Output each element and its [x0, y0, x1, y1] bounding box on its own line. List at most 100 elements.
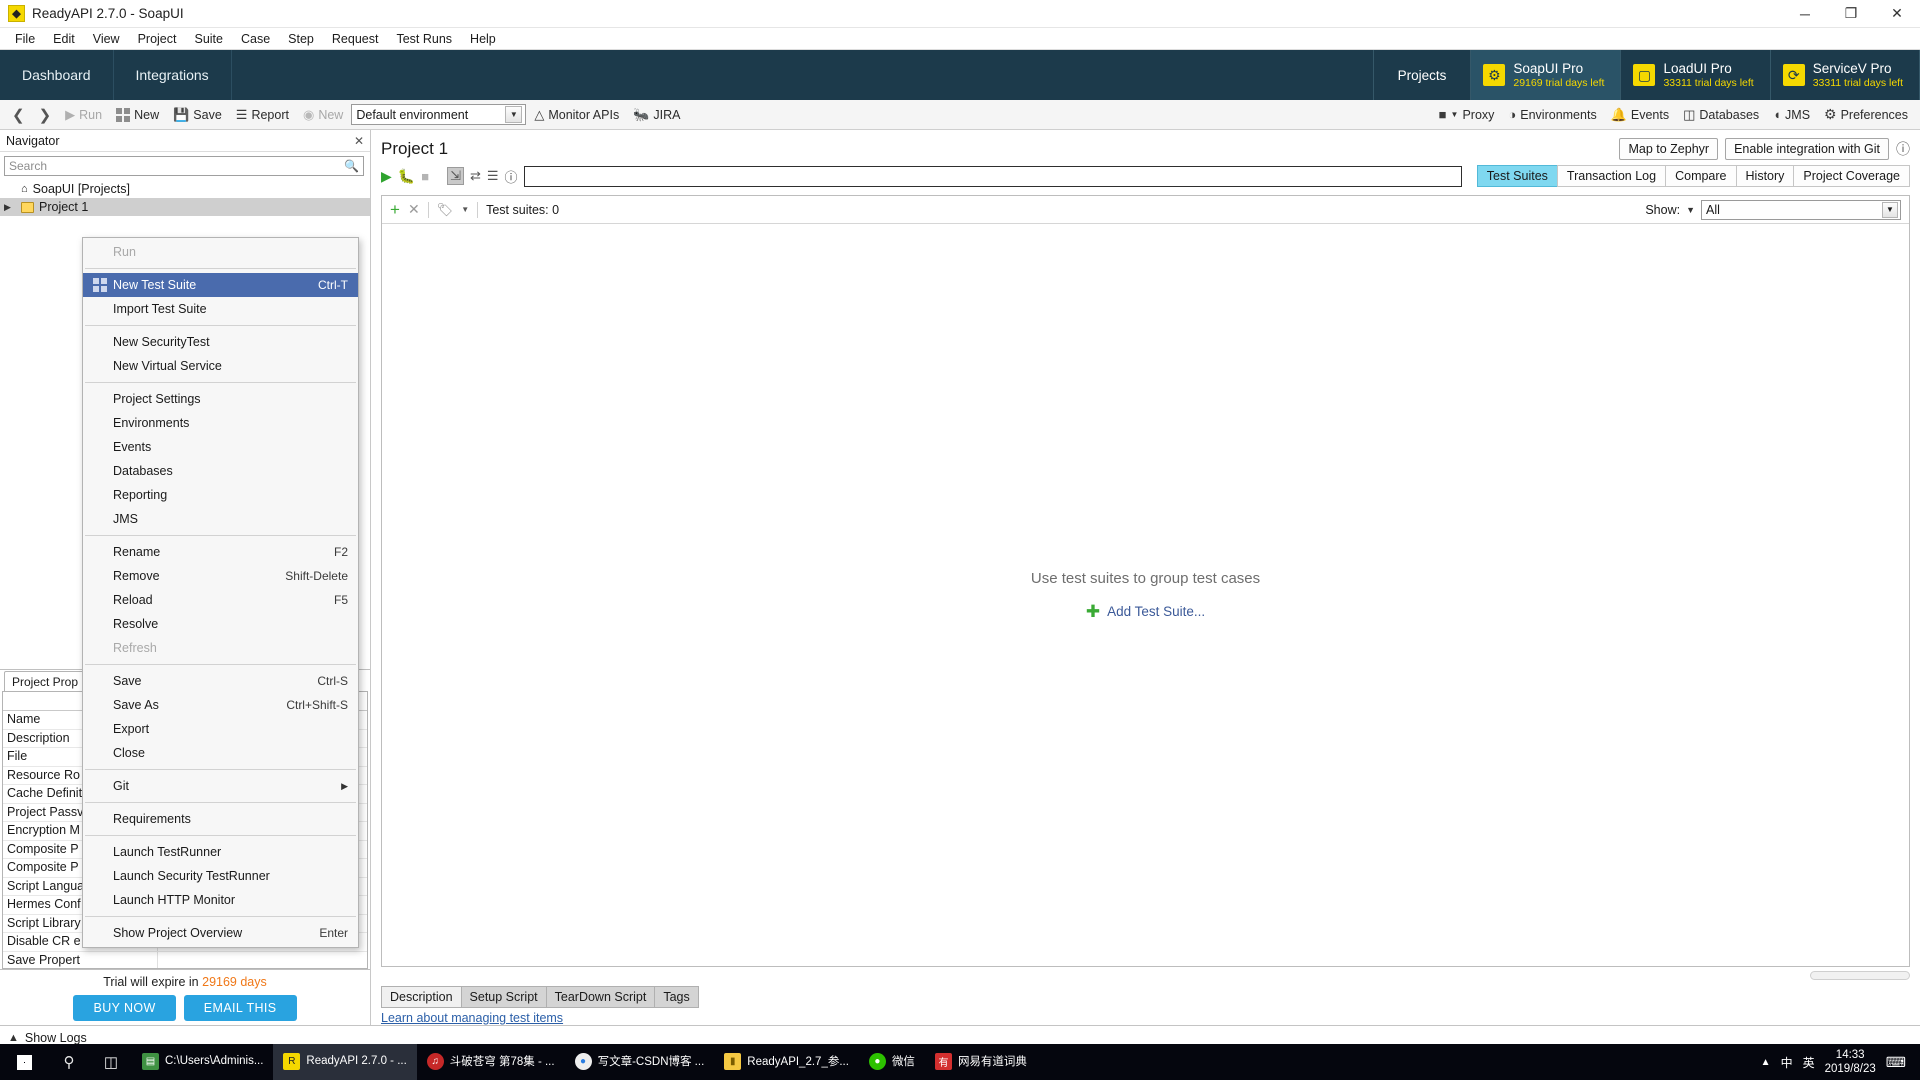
monitor-apis-button[interactable]: △ Monitor APIs — [528, 105, 625, 125]
property-value[interactable] — [158, 952, 367, 970]
databases-button[interactable]: ◫ Databases — [1677, 105, 1765, 125]
bug-icon[interactable]: 🐛 — [398, 168, 415, 185]
menu-suite[interactable]: Suite — [185, 30, 232, 48]
taskbar-app-readyapi-doc[interactable]: ▮ ReadyAPI_2.7_参... — [714, 1044, 859, 1080]
menu-edit[interactable]: Edit — [44, 30, 84, 48]
table-row[interactable]: Save Propert — [3, 952, 367, 970]
context-menu-item-export[interactable]: Export — [83, 717, 358, 741]
menu-project[interactable]: Project — [129, 30, 186, 48]
menu-help[interactable]: Help — [461, 30, 505, 48]
taskbar-app-explorer[interactable]: ▤ C:\Users\Adminis... — [132, 1044, 273, 1080]
learn-managing-test-items-link[interactable]: Learn about managing test items — [371, 1008, 1920, 1025]
new-button[interactable]: New — [110, 106, 165, 124]
chevron-up-icon[interactable]: ▲ — [8, 1032, 19, 1044]
context-menu-item-close[interactable]: Close — [83, 741, 358, 765]
tab-teardown-script[interactable]: TearDown Script — [546, 986, 656, 1008]
context-menu-item-save[interactable]: Save Ctrl-S — [83, 669, 358, 693]
product-tab-loadui-pro[interactable]: ▢ LoadUI Pro 33311 trial days left — [1621, 50, 1770, 100]
add-test-suite-icon[interactable]: + — [390, 200, 400, 220]
context-menu-item-databases[interactable]: Databases — [83, 459, 358, 483]
notification-icon[interactable]: ⌨ — [1886, 1054, 1906, 1071]
search-input[interactable]: Search 🔍 — [4, 156, 364, 176]
taskbar-app-chrome[interactable]: ● 写文章-CSDN博客 ... — [565, 1044, 715, 1080]
minimize-button[interactable]: ─ — [1782, 0, 1828, 28]
forward-arrow-icon[interactable]: ❯ — [33, 104, 58, 126]
tab-transaction-log[interactable]: Transaction Log — [1557, 165, 1666, 187]
buy-now-button[interactable]: BUY NOW — [73, 995, 175, 1021]
nav-tab-integrations[interactable]: Integrations — [114, 50, 232, 100]
nav-tab-dashboard[interactable]: Dashboard — [0, 50, 114, 100]
add-test-suite-link[interactable]: ✚ Add Test Suite... — [1086, 603, 1205, 620]
context-menu-item-save-as[interactable]: Save As Ctrl+Shift-S — [83, 693, 358, 717]
context-menu-item-launch-security-testrunner[interactable]: Launch Security TestRunner — [83, 864, 358, 888]
info-icon[interactable]: ⓘ — [505, 167, 518, 186]
start-icon[interactable] — [0, 1044, 48, 1080]
context-menu-item-requirements[interactable]: Requirements — [83, 807, 358, 831]
context-menu-item-launch-testrunner[interactable]: Launch TestRunner — [83, 840, 358, 864]
stop-icon[interactable]: ■ — [421, 169, 429, 184]
events-button[interactable]: 🔔 Events — [1605, 105, 1675, 125]
tab-test-suites[interactable]: Test Suites — [1477, 165, 1558, 187]
menu-view[interactable]: View — [84, 30, 129, 48]
run-button[interactable]: ▶ Run — [59, 105, 108, 125]
context-menu-item-jms[interactable]: JMS — [83, 507, 358, 531]
jira-button[interactable]: 🐜 JIRA — [627, 105, 686, 125]
context-menu-item-launch-http-monitor[interactable]: Launch HTTP Monitor — [83, 888, 358, 912]
context-menu-item-rename[interactable]: Rename F2 — [83, 540, 358, 564]
context-menu-item-new-securitytest[interactable]: New SecurityTest — [83, 330, 358, 354]
tag-icon[interactable]: 🏷 — [437, 202, 454, 218]
context-menu-item-resolve[interactable]: Resolve — [83, 612, 358, 636]
environment-select[interactable]: Default environment ▼ — [351, 104, 526, 125]
tab-description[interactable]: Description — [381, 986, 462, 1008]
tab-history[interactable]: History — [1736, 165, 1795, 187]
task-view-icon[interactable]: ◫ — [90, 1044, 132, 1080]
context-menu-item-events[interactable]: Events — [83, 435, 358, 459]
taskbar-clock[interactable]: 14:33 2019/8/23 — [1825, 1048, 1876, 1077]
report-button[interactable]: ☰ Report — [230, 105, 295, 125]
context-menu-item-new-test-suite[interactable]: New Test Suite Ctrl-T — [83, 273, 358, 297]
taskbar-app-wechat[interactable]: ● 微信 — [859, 1044, 925, 1080]
tree-item-soapui-projects[interactable]: ⌂ SoapUI [Projects] — [0, 180, 370, 198]
context-menu-item-environments[interactable]: Environments — [83, 411, 358, 435]
email-this-button[interactable]: EMAIL THIS — [184, 995, 297, 1021]
tab-tags[interactable]: Tags — [654, 986, 698, 1008]
menu-request[interactable]: Request — [323, 30, 388, 48]
remove-test-suite-icon[interactable]: ✕ — [408, 201, 420, 218]
jms-button[interactable]: ◖ JMS — [1767, 105, 1816, 124]
context-menu-item-reporting[interactable]: Reporting — [83, 483, 358, 507]
tray-ime-chinese-icon[interactable]: 中 — [1781, 1054, 1793, 1071]
show-select[interactable]: All ▼ — [1701, 200, 1901, 220]
menu-file[interactable]: File — [6, 30, 44, 48]
taskbar-app-youdao[interactable]: 有 网易有道词典 — [925, 1044, 1037, 1080]
nav-projects-button[interactable]: Projects — [1373, 50, 1472, 100]
horizontal-scrollbar[interactable] — [1810, 971, 1910, 980]
tab-compare[interactable]: Compare — [1665, 165, 1736, 187]
context-menu-item-remove[interactable]: Remove Shift-Delete — [83, 564, 358, 588]
tab-project-coverage[interactable]: Project Coverage — [1793, 165, 1910, 187]
tree-item-project-1[interactable]: ▶ Project 1 — [0, 198, 370, 216]
tab-setup-script[interactable]: Setup Script — [461, 986, 547, 1008]
transfer-icon[interactable]: ⇄ — [470, 168, 481, 184]
context-menu-item-run[interactable]: Run — [83, 240, 358, 264]
context-menu-item-reload[interactable]: Reload F5 — [83, 588, 358, 612]
show-logs-label[interactable]: Show Logs — [25, 1031, 87, 1045]
tray-chevron-icon[interactable]: ▲ — [1761, 1057, 1771, 1068]
map-to-zephyr-button[interactable]: Map to Zephyr — [1619, 138, 1718, 160]
preferences-button[interactable]: ⚙ Preferences — [1818, 104, 1914, 125]
back-arrow-icon[interactable]: ❮ — [6, 104, 31, 126]
tray-ime-english-icon[interactable]: 英 — [1803, 1054, 1815, 1071]
context-menu-item-new-virtual-service[interactable]: New Virtual Service — [83, 354, 358, 378]
endpoint-input[interactable] — [524, 166, 1462, 187]
info-icon[interactable]: ⓘ — [1896, 139, 1910, 159]
run-icon[interactable]: ▶ — [381, 168, 392, 185]
tab-project-properties[interactable]: Project Prop — [4, 671, 86, 691]
log-icon[interactable]: ☰ — [487, 168, 499, 184]
chevron-down-icon[interactable]: ▼ — [1686, 205, 1695, 215]
save-button[interactable]: 💾 Save — [167, 105, 228, 125]
menu-step[interactable]: Step — [279, 30, 323, 48]
context-menu-item-show-project-overview[interactable]: Show Project Overview Enter — [83, 921, 358, 945]
chevron-down-icon[interactable]: ▼ — [461, 205, 469, 214]
menu-test-runs[interactable]: Test Runs — [387, 30, 461, 48]
search-icon[interactable]: ⚲ — [48, 1044, 90, 1080]
proxy-button[interactable]: ■ ▼ Proxy — [1433, 105, 1501, 124]
